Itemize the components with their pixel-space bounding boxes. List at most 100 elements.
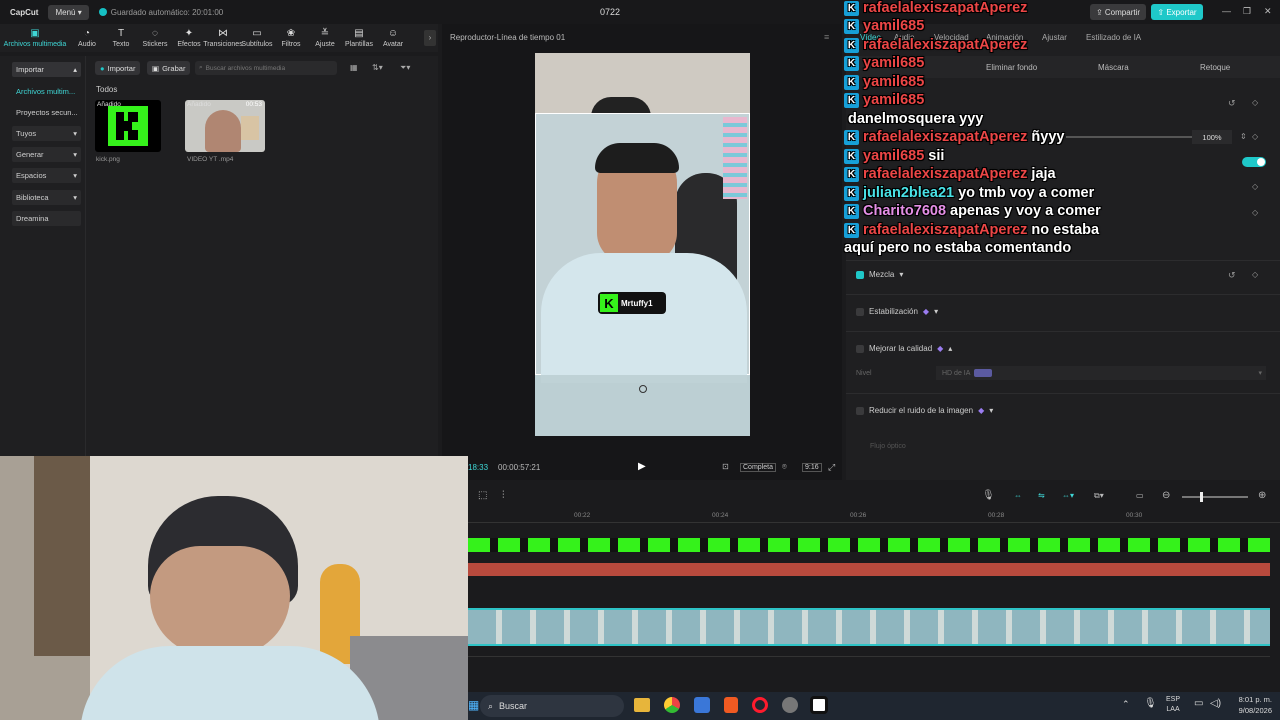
nav-item-2[interactable]: Tuyos ▾	[12, 126, 81, 141]
fullscreen-icon[interactable]: ⤢	[828, 462, 835, 473]
tool-7[interactable]: ❀ Filtros	[274, 24, 308, 52]
chrome-icon[interactable]	[664, 697, 680, 713]
current-time: 18:33	[468, 463, 489, 472]
tray-chevron-icon[interactable]: ⌃	[1122, 699, 1130, 710]
kick-overlay-clip[interactable]	[468, 538, 1270, 552]
zoom-in-icon[interactable]: ⊕	[1258, 490, 1266, 501]
ratio-select[interactable]: 9:16	[802, 463, 822, 472]
denoise-checkbox[interactable]	[856, 406, 864, 415]
blend-row[interactable]: Mezcla ▾	[856, 270, 903, 279]
tool-2[interactable]: T Texto	[104, 24, 138, 52]
chat-text: jaja	[1031, 166, 1056, 182]
select-tool-icon[interactable]: ⬚	[478, 490, 487, 501]
media-search-input[interactable]: ⌕ Buscar archivos multimedia	[195, 61, 337, 75]
chevron-down-icon: ▾	[73, 150, 77, 159]
person-thumbnail	[205, 110, 241, 152]
import-button[interactable]: ● Importar	[95, 61, 141, 75]
nav-import[interactable]: Importar ▴	[12, 62, 81, 77]
tool-5[interactable]: ⋈ Transiciones	[203, 24, 242, 52]
app-icon[interactable]	[782, 697, 798, 713]
filter-icon[interactable]: ⏷▾	[400, 63, 410, 73]
reset-icon[interactable]: ↺	[1228, 270, 1236, 281]
file-explorer-icon[interactable]	[634, 698, 650, 712]
kick-badge-icon: K	[844, 55, 859, 71]
menu-button[interactable]: Menú ▾	[48, 4, 89, 20]
chevron-down-icon: ▾	[73, 193, 77, 202]
stabilize-row[interactable]: Estabilización ◆ ▾	[856, 307, 938, 316]
nav-item-3[interactable]: Generar ▾	[12, 147, 81, 162]
media-thumb-kick[interactable]: Añadido	[95, 100, 161, 152]
microphone-tray-icon[interactable]: 🎙	[1144, 698, 1157, 709]
brave-icon[interactable]	[724, 697, 738, 713]
grid-view-icon[interactable]: ▦	[350, 63, 358, 72]
tool-4[interactable]: ✦ Efectos	[172, 24, 206, 52]
taskbar-search[interactable]: ⌕ Buscar	[480, 695, 624, 717]
nav-item-0[interactable]: Archivos multim...	[12, 84, 81, 99]
denoise-row[interactable]: Reducir el ruido de la imagen ◆ ▾	[856, 406, 993, 415]
stabilize-checkbox[interactable]	[856, 307, 864, 316]
level-select[interactable]: HD de IA ▾	[936, 366, 1266, 380]
network-icon[interactable]: ▭	[1194, 698, 1203, 709]
play-icon[interactable]: ▶	[638, 461, 646, 472]
project-title[interactable]: 0722	[600, 7, 620, 17]
blend-checkbox[interactable]	[856, 270, 864, 279]
video-preview[interactable]: K Mrtuffy1	[535, 53, 750, 436]
chat-text: ñyyy	[1031, 129, 1065, 145]
toolbar-next-icon[interactable]: ›	[424, 30, 436, 46]
magnet-icon[interactable]: ⇋	[1038, 491, 1045, 500]
nav-item-5[interactable]: Biblioteca ▾	[12, 190, 81, 205]
nav-item-4[interactable]: Espacios ▾	[12, 168, 81, 183]
kick-overlay[interactable]: K Mrtuffy1	[598, 292, 666, 314]
store-icon[interactable]	[694, 697, 710, 713]
opera-icon[interactable]	[752, 697, 768, 713]
clock[interactable]: 8:01 p. m. 9/08/2026	[1226, 694, 1272, 716]
left-nav: Importar ▴ Archivos multim... Proyectos se…	[0, 56, 86, 456]
split-tool-icon[interactable]: ⫶	[502, 490, 505, 501]
audio-clip[interactable]	[468, 563, 1270, 576]
screenshot-icon[interactable]: ⌾	[782, 462, 787, 472]
tool-9[interactable]: ▤ Plantillas	[342, 24, 376, 52]
windows-start-icon[interactable]: ▦	[468, 698, 479, 712]
chat-text: yyy	[959, 111, 984, 127]
sort-icon[interactable]: ⇅▾	[372, 63, 383, 72]
divider	[846, 331, 1280, 332]
media-thumb-video[interactable]: Añadido 00:53	[185, 100, 265, 152]
keyframe-icon[interactable]: ◇	[1252, 270, 1258, 279]
tool-8[interactable]: ≚ Ajuste	[308, 24, 342, 52]
tool-3[interactable]: ◌ Stickers	[138, 24, 172, 52]
improve-checkbox[interactable]	[856, 344, 864, 353]
language-indicator[interactable]: ESP LAA	[1166, 695, 1180, 715]
caption-icon[interactable]: ▭	[1136, 491, 1144, 500]
main-video-clip[interactable]	[468, 608, 1270, 646]
autosave-text: Guardado automático: 20:01:00	[110, 7, 224, 17]
tool-10[interactable]: ☺ Avatar	[376, 24, 410, 52]
time-tick: 00:26	[850, 512, 867, 519]
tool-label: Texto	[112, 40, 130, 48]
tool-0[interactable]: ▣ Archivos multimedia	[0, 24, 70, 52]
improve-row[interactable]: Mejorar la calidad ◆ ▴	[856, 344, 952, 353]
link-icon[interactable]: ⇔	[1014, 491, 1022, 500]
nav-item-1[interactable]: Proyectos secun...	[12, 105, 81, 120]
nav-item-6[interactable]: Dreamina	[12, 211, 81, 226]
capcut-taskbar-icon[interactable]	[810, 696, 828, 714]
volume-icon[interactable]: ◁)	[1210, 698, 1221, 709]
snap-icon[interactable]: ⇔▾	[1062, 491, 1074, 500]
kick-badge-icon: K	[844, 0, 859, 16]
tool-6[interactable]: ▭ Subtítulos	[240, 24, 274, 52]
preview-icon[interactable]: ⧉▾	[1094, 491, 1104, 501]
zoom-out-icon[interactable]: ⊖	[1162, 490, 1170, 501]
player-menu-icon[interactable]: ≡	[824, 32, 829, 42]
zoom-slider[interactable]	[1182, 492, 1248, 502]
autosave-status: Guardado automático: 20:01:00	[98, 7, 224, 17]
quality-select[interactable]: Completa	[740, 463, 776, 472]
ruler-line	[468, 522, 1280, 523]
tool-1[interactable]: ◔ Audio	[70, 24, 104, 52]
chat-message: KrafaelalexiszapatAperez	[844, 37, 1027, 53]
nav-item-label: Espacios	[16, 171, 47, 180]
media-panel: ● Importar ▣ Grabar ⌕ Buscar archivos multi…	[86, 56, 438, 456]
record-button[interactable]: ▣ Grabar	[147, 61, 191, 75]
chat-username: rafaelalexiszapatAperez	[863, 37, 1028, 53]
microphone-icon[interactable]: 🎙	[982, 490, 995, 501]
fit-icon[interactable]: ⊡	[722, 462, 729, 471]
rotate-handle-icon[interactable]	[639, 385, 647, 393]
